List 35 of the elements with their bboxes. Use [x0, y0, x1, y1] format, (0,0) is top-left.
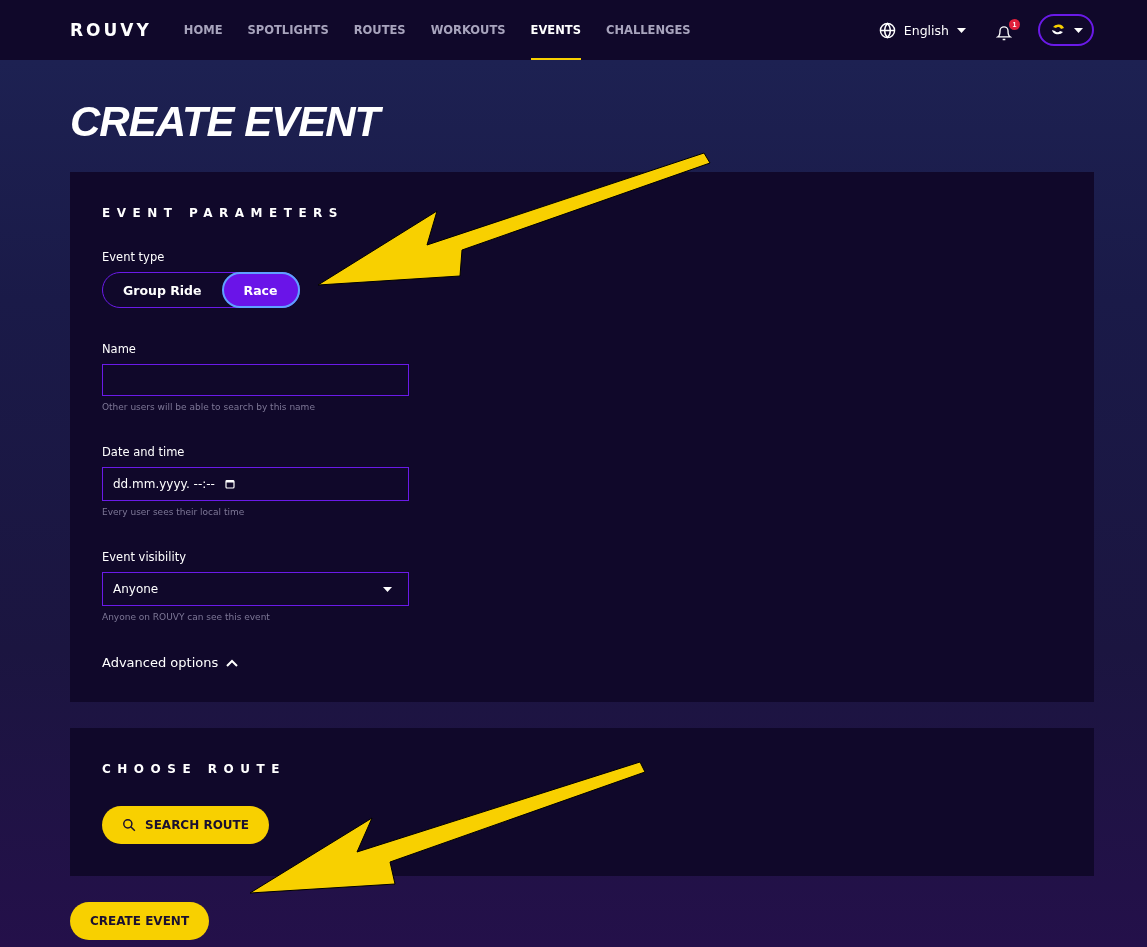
section-heading: CHOOSE ROUTE [102, 762, 287, 776]
bell-icon [996, 24, 1012, 42]
field-label: Date and time [102, 445, 186, 459]
caret-icon [1073, 27, 1083, 33]
calendar-icon [224, 479, 235, 489]
date-time-field[interactable]: dd.mm.yyyy. --:-- [102, 467, 409, 501]
search-icon [122, 818, 136, 832]
nav-link[interactable]: HOME [183, 0, 223, 60]
field-label: Event visibility [102, 550, 187, 564]
nav-link[interactable]: WORKOUTS [430, 0, 506, 60]
nav-link[interactable]: EVENTS [530, 0, 581, 60]
caret-icon [957, 27, 966, 33]
create-event-button[interactable]: CREATE EVENT [70, 902, 210, 940]
nav-link[interactable]: ROUTES [353, 0, 406, 60]
visibility-select[interactable]: Anyone [102, 572, 409, 606]
nav-link[interactable]: SPOTLIGHTS [247, 0, 329, 60]
search-route-button[interactable]: SEARCH ROUTE [102, 806, 269, 844]
field-hint: Other users will be able to search by this name [102, 402, 316, 412]
globe-icon [878, 21, 896, 39]
field-label: Name [102, 342, 137, 356]
field-hint: Anyone on ROUVY can see this event [102, 612, 271, 622]
field-label: Event type [102, 250, 166, 264]
account-menu[interactable] [1038, 14, 1094, 46]
name-input[interactable] [102, 364, 409, 396]
page-title: CREATE EVENT [70, 98, 1094, 146]
event-type-option[interactable]: Race [221, 272, 300, 308]
logo-icon [1049, 23, 1066, 37]
field-hint: Every user sees their local time [102, 507, 246, 517]
advanced-options-toggle[interactable]: Advanced options [102, 655, 239, 670]
section-heading: EVENT PARAMETERS [102, 206, 345, 220]
caret-icon [383, 586, 392, 592]
nav-link[interactable]: CHALLENGES [605, 0, 691, 60]
language-selector[interactable]: English [878, 21, 966, 39]
logo[interactable]: ROUVY [70, 20, 152, 40]
event-type-option[interactable]: Group Ride [103, 273, 222, 307]
